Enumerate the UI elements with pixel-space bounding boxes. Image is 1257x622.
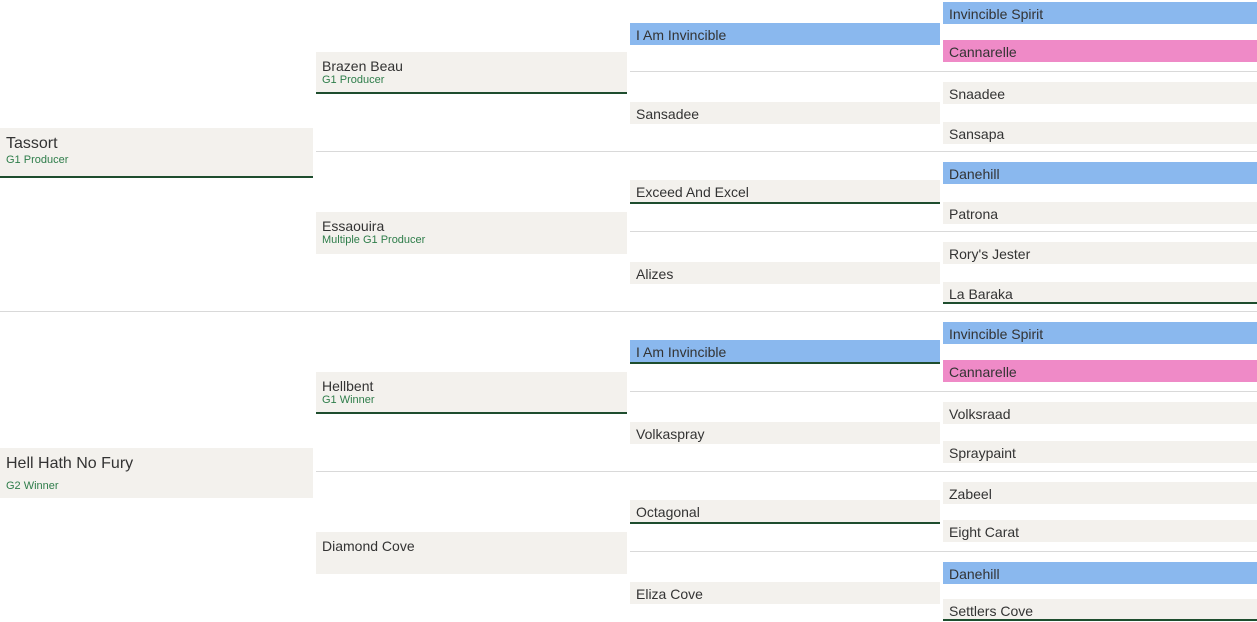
gen4-cell[interactable]: Cannarelle <box>943 360 1257 382</box>
horse-name: Rory's Jester <box>949 246 1031 262</box>
gen4-cell[interactable]: Snaadee <box>943 82 1257 104</box>
horse-name: Settlers Cove <box>949 603 1034 619</box>
horse-name: Sansapa <box>949 126 1005 142</box>
horse-name: Sansadee <box>636 106 700 122</box>
gen4-cell[interactable]: Rory's Jester <box>943 242 1257 264</box>
horse-name: Danehill <box>949 566 1000 582</box>
gen4-cell[interactable]: Eight Carat <box>943 520 1257 542</box>
horse-name: Hellbent <box>322 378 374 394</box>
horse-name: Volkaspray <box>636 426 705 442</box>
divider <box>630 231 1257 232</box>
gen4-cell[interactable]: Spraypaint <box>943 441 1257 463</box>
divider <box>630 391 1257 392</box>
horse-name: I Am Invincible <box>636 344 727 360</box>
horse-name: Invincible Spirit <box>949 6 1044 22</box>
gen3-cell[interactable]: Exceed And Excel <box>630 180 940 204</box>
horse-name: Cannarelle <box>949 364 1017 380</box>
horse-name: Essaouira <box>322 218 385 234</box>
divider <box>0 311 1257 312</box>
gen3-cell[interactable]: Octagonal <box>630 500 940 524</box>
divider <box>316 151 1257 152</box>
horse-name: Alizes <box>636 266 674 282</box>
gen3-cell[interactable]: Sansadee <box>630 102 940 124</box>
gen4-cell[interactable]: Cannarelle <box>943 40 1257 62</box>
horse-name: Danehill <box>949 166 1000 182</box>
granddam-cell[interactable]: Diamond Cove <box>316 532 627 574</box>
horse-note: G1 Winner <box>322 394 375 406</box>
divider <box>630 71 1257 72</box>
horse-name: Eliza Cove <box>636 586 703 602</box>
dam-cell[interactable]: Hell Hath No Fury G2 Winner <box>0 448 313 498</box>
horse-name: Zabeel <box>949 486 992 502</box>
gen4-cell[interactable]: Invincible Spirit <box>943 322 1257 344</box>
horse-note: G2 Winner <box>6 480 59 492</box>
horse-name: Diamond Cove <box>322 538 415 554</box>
gen4-cell[interactable]: Settlers Cove <box>943 599 1257 621</box>
gen3-cell[interactable]: Alizes <box>630 262 940 284</box>
gen4-cell[interactable]: Volksraad <box>943 402 1257 424</box>
horse-note: G1 Producer <box>322 74 385 86</box>
horse-name: Snaadee <box>949 86 1006 102</box>
gen3-cell[interactable]: I Am Invincible <box>630 340 940 364</box>
gen4-cell[interactable]: Danehill <box>943 562 1257 584</box>
horse-name: Volksraad <box>949 406 1011 422</box>
gen3-cell[interactable]: Eliza Cove <box>630 582 940 604</box>
horse-note: Multiple G1 Producer <box>322 234 426 246</box>
gen4-cell[interactable]: La Baraka <box>943 282 1257 304</box>
gen4-cell[interactable]: Patrona <box>943 202 1257 224</box>
horse-name: Spraypaint <box>949 445 1016 461</box>
divider <box>316 471 1257 472</box>
horse-name: Invincible Spirit <box>949 326 1044 342</box>
grandsire-cell[interactable]: Hellbent G1 Winner <box>316 372 627 414</box>
gen4-cell[interactable]: Danehill <box>943 162 1257 184</box>
horse-name: Brazen Beau <box>322 58 403 74</box>
gen4-cell[interactable]: Zabeel <box>943 482 1257 504</box>
horse-name: Hell Hath No Fury <box>6 455 134 472</box>
gen3-cell[interactable]: I Am Invincible <box>630 23 940 45</box>
gen4-cell[interactable]: Sansapa <box>943 122 1257 144</box>
granddam-cell[interactable]: Essaouira Multiple G1 Producer <box>316 212 627 254</box>
horse-name: I Am Invincible <box>636 27 727 43</box>
horse-name: Exceed And Excel <box>636 184 749 200</box>
horse-name: Octagonal <box>636 504 700 520</box>
gen4-cell[interactable]: Invincible Spirit <box>943 2 1257 24</box>
divider <box>630 551 1257 552</box>
horse-name: Cannarelle <box>949 44 1017 60</box>
gen3-cell[interactable]: Volkaspray <box>630 422 940 444</box>
horse-name: Patrona <box>949 206 999 222</box>
horse-name: La Baraka <box>949 286 1013 302</box>
horse-name: Tassort <box>6 135 58 152</box>
horse-name: Eight Carat <box>949 524 1020 540</box>
grandsire-cell[interactable]: Brazen Beau G1 Producer <box>316 52 627 94</box>
horse-note: G1 Producer <box>6 154 69 166</box>
sire-cell[interactable]: Tassort G1 Producer <box>0 128 313 178</box>
